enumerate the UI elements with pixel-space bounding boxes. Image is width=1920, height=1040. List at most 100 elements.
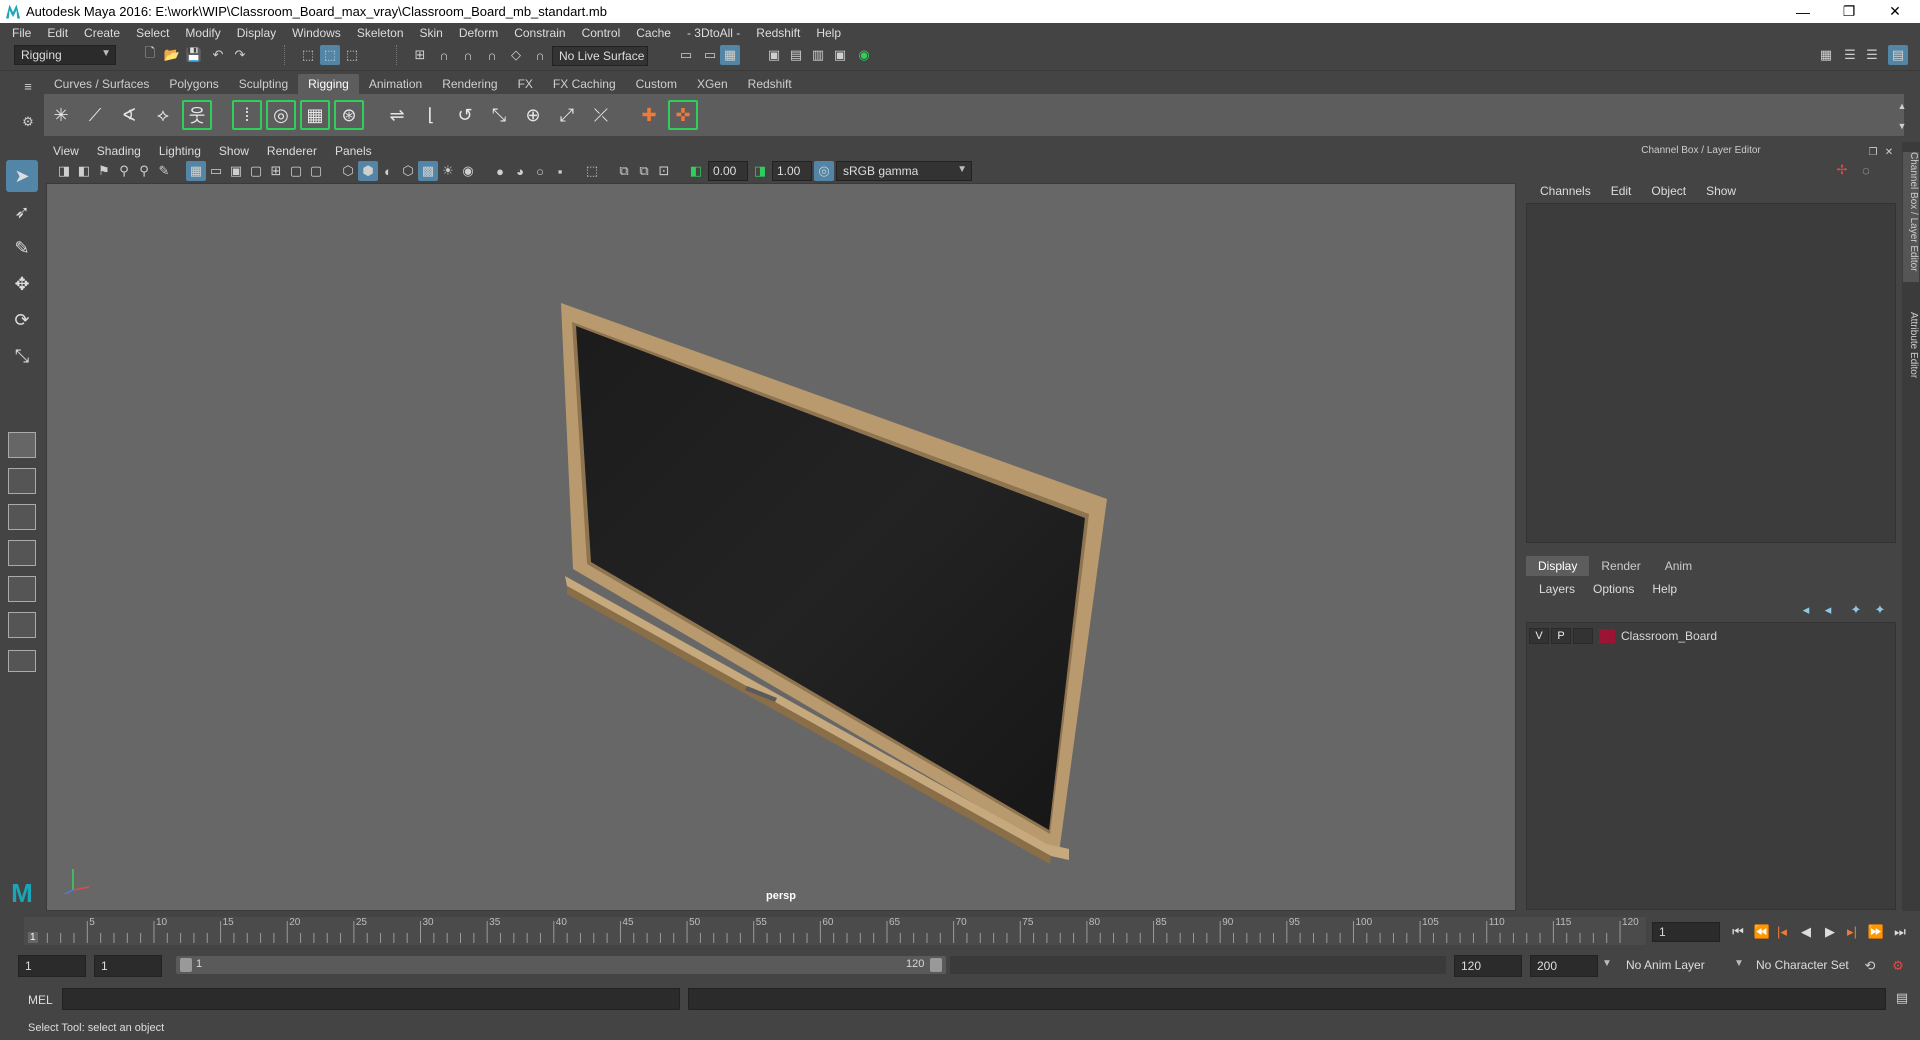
shelf-scroll-down-icon[interactable]: ▼ (1892, 116, 1912, 136)
close-button[interactable]: ✕ (1872, 0, 1918, 23)
shelf-settings-icon[interactable]: ⚙ (18, 112, 38, 132)
command-language-toggle[interactable]: MEL (28, 993, 53, 1007)
restore-button[interactable]: ❐ (1826, 0, 1872, 23)
menu-cache[interactable]: Cache (628, 26, 679, 40)
step-forward-key-icon[interactable]: ▸| (1842, 922, 1862, 942)
lasso-tool-icon[interactable]: ➶ (6, 196, 38, 228)
remove-influence-icon[interactable]: ✜ (668, 100, 698, 130)
layer-menu-options[interactable]: Options (1584, 582, 1643, 596)
resolution-gate-icon[interactable]: ▣ (226, 161, 246, 181)
menu-display[interactable]: Display (229, 26, 284, 40)
layer-display-type-toggle[interactable] (1573, 628, 1593, 644)
menu-redshift[interactable]: Redshift (748, 26, 808, 40)
motion-blur-icon[interactable]: ◕ (510, 161, 530, 181)
four-view-layout-icon[interactable] (8, 468, 36, 494)
new-scene-icon[interactable]: 🗋 (140, 45, 160, 65)
side-tab-attribute-editor[interactable]: Attribute Editor (1903, 312, 1919, 402)
persp-outliner-layout-icon[interactable] (8, 576, 36, 602)
shelf-menu-icon[interactable]: ≡ (18, 76, 38, 96)
shelf-tab-fx[interactable]: FX (508, 74, 543, 94)
snap-grid-icon[interactable]: ⊞ (410, 45, 430, 65)
undo-icon[interactable]: ↶ (208, 45, 228, 65)
input-output-icon[interactable]: ▭ (700, 45, 720, 65)
playback-end-field[interactable]: 120 (1454, 955, 1522, 977)
cluster-icon[interactable]: ⊛ (334, 100, 364, 130)
perspective-viewport[interactable]: persp (46, 183, 1516, 911)
menu-windows[interactable]: Windows (284, 26, 349, 40)
panel-layout-icon[interactable]: ☰ (1840, 45, 1860, 65)
menu-modify[interactable]: Modify (177, 26, 228, 40)
image-plane-icon[interactable]: ⚲ (114, 161, 134, 181)
xray-active-icon[interactable]: ⧉ (634, 161, 654, 181)
menu-help[interactable]: Help (808, 26, 849, 40)
redshift-render-icon[interactable]: ◉ (854, 45, 874, 65)
layer-menu-layers[interactable]: Layers (1530, 582, 1584, 596)
ipr-render-icon[interactable]: ▤ (786, 45, 806, 65)
create-joints-icon[interactable]: ⟋ (80, 100, 110, 130)
point-constraint-icon[interactable]: ⌊ (416, 100, 446, 130)
step-forward-icon[interactable]: ⏩ (1866, 922, 1886, 942)
wireframe-on-shaded-icon[interactable]: ⬡ (398, 161, 418, 181)
range-slider[interactable]: 1 120 (176, 956, 946, 974)
select-hierarchy-icon[interactable]: ⬚ (298, 45, 318, 65)
pole-vector-icon[interactable]: ⤢ (552, 100, 582, 130)
camera-attributes-icon[interactable]: ◧ (74, 161, 94, 181)
save-scene-icon[interactable]: 💾 (184, 45, 204, 65)
shelf-tab-rigging[interactable]: Rigging (298, 74, 359, 94)
menu-skeleton[interactable]: Skeleton (349, 26, 412, 40)
range-start-handle[interactable] (180, 958, 192, 972)
live-surface-icon[interactable]: ∩ (530, 45, 550, 65)
side-by-side-layout-icon[interactable] (8, 504, 36, 530)
layer-tab-anim[interactable]: Anim (1653, 556, 1704, 576)
sculpt-deformer-icon[interactable]: ◎ (266, 100, 296, 130)
isolate-select-icon[interactable]: ⬚ (582, 161, 602, 181)
workspace-icon[interactable]: ▦ (1816, 45, 1836, 65)
menu-set-dropdown[interactable]: Rigging ▼ (14, 45, 116, 65)
channel-box-menu-show[interactable]: Show (1696, 184, 1746, 198)
shelf-tab-sculpting[interactable]: Sculpting (229, 74, 298, 94)
quick-rig-icon[interactable]: 웃 (182, 100, 212, 130)
color-management-icon[interactable]: ◎ (814, 161, 834, 181)
classroom-board-model[interactable] (561, 303, 1107, 864)
shelf-tab-curves-surfaces[interactable]: Curves / Surfaces (44, 74, 159, 94)
play-forwards-icon[interactable]: ▶ (1820, 922, 1840, 942)
layer-tab-display[interactable]: Display (1526, 556, 1590, 576)
animation-end-field[interactable]: 200 (1530, 955, 1598, 977)
script-editor-icon[interactable]: ▤ (1892, 988, 1912, 1008)
current-frame-field[interactable]: 1 (1652, 922, 1720, 942)
shelf-tab-redshift[interactable]: Redshift (738, 74, 802, 94)
step-back-key-icon[interactable]: |◂ (1772, 922, 1792, 942)
channel-box-area[interactable] (1526, 203, 1896, 543)
play-backwards-icon[interactable]: ◀ (1796, 922, 1816, 942)
paint-select-tool-icon[interactable]: ✎ (6, 232, 38, 264)
single-perspective-layout-icon[interactable] (8, 432, 36, 458)
layer-menu-help[interactable]: Help (1643, 582, 1686, 596)
layer-color-swatch[interactable] (1599, 629, 1615, 643)
smooth-shade-icon[interactable]: ⬢ (358, 161, 378, 181)
film-gate-icon[interactable]: ▭ (206, 161, 226, 181)
menu-3dtoall[interactable]: - 3DtoAll - (679, 26, 748, 40)
render-frame-icon[interactable]: ▣ (764, 45, 784, 65)
menu-create[interactable]: Create (76, 26, 128, 40)
ik-handle-icon[interactable]: ∢ (114, 100, 144, 130)
depth-of-field-icon[interactable]: ▪ (550, 161, 570, 181)
bind-skin-icon[interactable]: ⁞ (232, 100, 262, 130)
bookmark-icon[interactable]: ⚑ (94, 161, 114, 181)
minimize-button[interactable]: — (1780, 0, 1826, 23)
viewport-menu-show[interactable]: Show (210, 144, 258, 158)
menu-file[interactable]: File (4, 26, 39, 40)
open-scene-icon[interactable]: 📂 (162, 45, 182, 65)
layer-visibility-toggle[interactable]: V (1529, 628, 1549, 644)
go-to-start-icon[interactable]: ⏮ (1728, 922, 1748, 942)
move-tool-icon[interactable]: ✥ (6, 268, 38, 300)
multisample-aa-icon[interactable]: ○ (530, 161, 550, 181)
channel-box-menu-edit[interactable]: Edit (1601, 184, 1642, 198)
parent-constraint-icon[interactable]: ⇌ (382, 100, 412, 130)
select-component-icon[interactable]: ⬚ (342, 45, 362, 65)
menu-control[interactable]: Control (574, 26, 629, 40)
new-layer-from-selected-icon[interactable]: ✦ (1870, 600, 1890, 620)
character-set-dropdown[interactable]: No Character Set (1750, 955, 1874, 977)
viewport-menu-lighting[interactable]: Lighting (150, 144, 210, 158)
animation-preferences-icon[interactable]: ⚙ (1888, 956, 1908, 976)
menu-edit[interactable]: Edit (39, 26, 76, 40)
